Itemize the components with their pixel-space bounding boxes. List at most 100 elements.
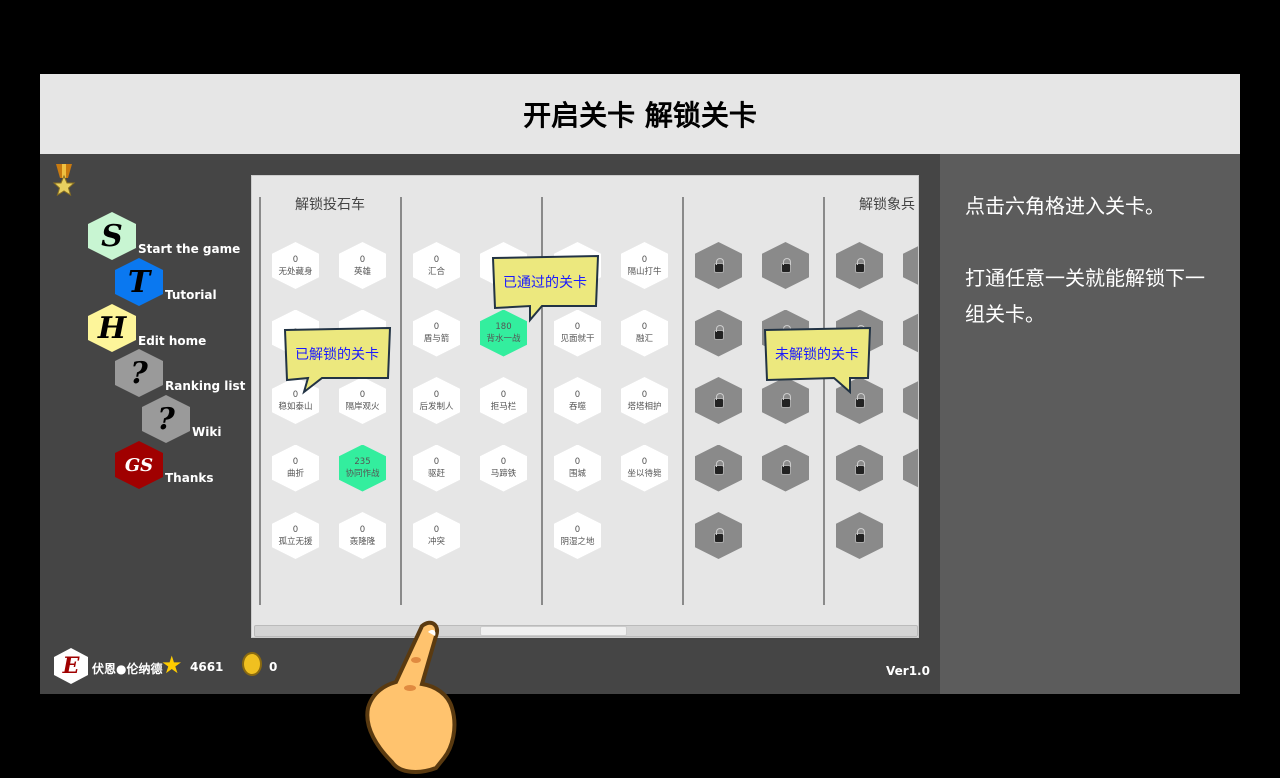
horizontal-scrollbar[interactable] (254, 625, 918, 637)
level-score: 0 (359, 254, 366, 265)
locked-level[interactable] (695, 512, 742, 559)
lock-icon (854, 527, 865, 543)
level-name: 隔岸观火 (345, 401, 380, 412)
menu-item-wiki[interactable]: ? Wiki (142, 395, 221, 443)
level-name: 围城 (568, 469, 586, 479)
level-score: 235 (354, 457, 371, 467)
level-name: 见面就干 (560, 334, 595, 344)
locked-level[interactable] (695, 444, 742, 492)
level-score: 0 (359, 524, 366, 535)
level-score: 0 (292, 254, 299, 265)
level-hex[interactable]: 0 吞噬 (554, 377, 601, 424)
instruction-1: 点击六角格进入关卡。 (965, 194, 1165, 218)
locked-level[interactable] (762, 242, 809, 289)
group-divider (400, 197, 402, 605)
level-hex[interactable]: 0 阴湿之地 (554, 512, 601, 559)
locked-level[interactable] (903, 377, 918, 424)
lock-icon (713, 257, 724, 273)
level-score: 0 (292, 524, 299, 535)
lock-icon (854, 257, 865, 273)
level-score: 0 (433, 457, 440, 467)
player-avatar[interactable]: E (54, 648, 88, 684)
menu-item-label: Wiki (192, 425, 222, 439)
level-hex[interactable]: 0 坐以待毙 (621, 444, 668, 492)
level-hex[interactable]: 0 轰隆隆 (339, 512, 386, 559)
level-name: 阴湿之地 (560, 536, 595, 547)
level-hex[interactable]: 0 汇合 (413, 242, 460, 289)
level-name: 融汇 (635, 334, 653, 344)
lock-icon (780, 460, 791, 475)
level-hex[interactable]: 0 拒马栏 (480, 377, 527, 424)
locked-level[interactable] (903, 242, 918, 289)
level-hex[interactable]: 0 后发制人 (413, 377, 460, 424)
level-score: 0 (574, 389, 581, 400)
menu-item-label: Edit home (138, 334, 207, 348)
star-icon: ★ (161, 651, 183, 679)
version-label: Ver1.0 (886, 664, 930, 678)
level-score: 0 (500, 389, 507, 400)
level-hex[interactable]: 0 曲折 (272, 444, 319, 492)
level-name: 轰隆隆 (349, 536, 376, 547)
level-hex[interactable]: 0 英雄 (339, 242, 386, 289)
level-hex[interactable]: 0 无处藏身 (272, 242, 319, 289)
callout-locked: 未解锁的关卡 (762, 326, 872, 395)
lock-icon (713, 325, 724, 340)
level-hex[interactable]: 0 塔塔相护 (621, 377, 668, 424)
level-score: 0 (433, 254, 440, 265)
group-divider (259, 197, 261, 605)
menu-hex-icon: ? (142, 395, 190, 443)
level-name: 隔山打牛 (627, 266, 662, 277)
menu-hex-icon: S (88, 212, 136, 260)
locked-level[interactable] (836, 512, 883, 559)
scrollbar-thumb[interactable] (480, 626, 627, 636)
locked-level[interactable] (695, 309, 742, 357)
level-hex[interactable]: 235 协同作战 (339, 444, 386, 492)
level-name: 拒马栏 (490, 401, 517, 412)
slide-title: 开启关卡 解锁关卡 (523, 99, 757, 132)
level-hex[interactable]: 0 马蹄铁 (480, 444, 527, 492)
level-hex[interactable]: 0 盾与箭 (413, 309, 460, 357)
menu-item-label: Tutorial (165, 288, 217, 302)
menu-hex-icon: ? (115, 349, 163, 397)
level-hex[interactable]: 0 孤立无援 (272, 512, 319, 559)
locked-level[interactable] (695, 377, 742, 424)
level-hex[interactable]: 0 围城 (554, 444, 601, 492)
level-score: 0 (574, 524, 581, 535)
menu-item-label: Thanks (165, 471, 214, 485)
level-score: 0 (641, 254, 648, 265)
menu-item-start-the-game[interactable]: S Start the game (88, 212, 240, 260)
menu-hex-icon: H (88, 304, 136, 352)
level-score: 0 (641, 322, 648, 332)
group-title: 解锁投石车 (295, 197, 365, 213)
coin-icon (242, 652, 262, 676)
menu-item-thanks[interactable]: GS Thanks (115, 441, 214, 489)
group-divider (823, 197, 825, 605)
lock-icon (713, 392, 724, 408)
level-score: 0 (433, 389, 440, 400)
locked-level[interactable] (903, 309, 918, 357)
instruction-2: 打通任意一关就能解锁下一组关卡。 (965, 266, 1205, 326)
medal-icon[interactable] (52, 164, 76, 198)
lock-icon (854, 460, 865, 475)
coin-count: 0 (269, 660, 278, 674)
locked-level[interactable] (903, 444, 918, 492)
menu-item-tutorial[interactable]: T Tutorial (115, 258, 217, 306)
menu-item-label: Ranking list (165, 379, 246, 393)
level-hex[interactable]: 0 融汇 (621, 309, 668, 357)
level-score: 0 (574, 322, 581, 332)
locked-level[interactable] (836, 242, 883, 289)
level-hex[interactable]: 0 冲突 (413, 512, 460, 559)
menu-item-edit-home[interactable]: H Edit home (88, 304, 206, 352)
level-hex[interactable]: 0 隔山打牛 (621, 242, 668, 289)
locked-level[interactable] (836, 444, 883, 492)
slide: 开启关卡 解锁关卡 S Start the game T Tutorial H Edit … (40, 74, 1240, 774)
level-board[interactable]: 0无处藏身0英雄000稳如泰山0隔岸观火0曲折235协同作战0孤立无援0轰隆隆0… (251, 175, 919, 638)
lock-icon (854, 392, 865, 408)
level-hex[interactable]: 0 驱赶 (413, 444, 460, 492)
menu-item-ranking-list[interactable]: ? Ranking list (115, 349, 245, 397)
level-score: 0 (433, 322, 440, 332)
lock-icon (713, 460, 724, 475)
level-name: 盾与箭 (423, 334, 450, 344)
locked-level[interactable] (695, 242, 742, 289)
locked-level[interactable] (762, 444, 809, 492)
